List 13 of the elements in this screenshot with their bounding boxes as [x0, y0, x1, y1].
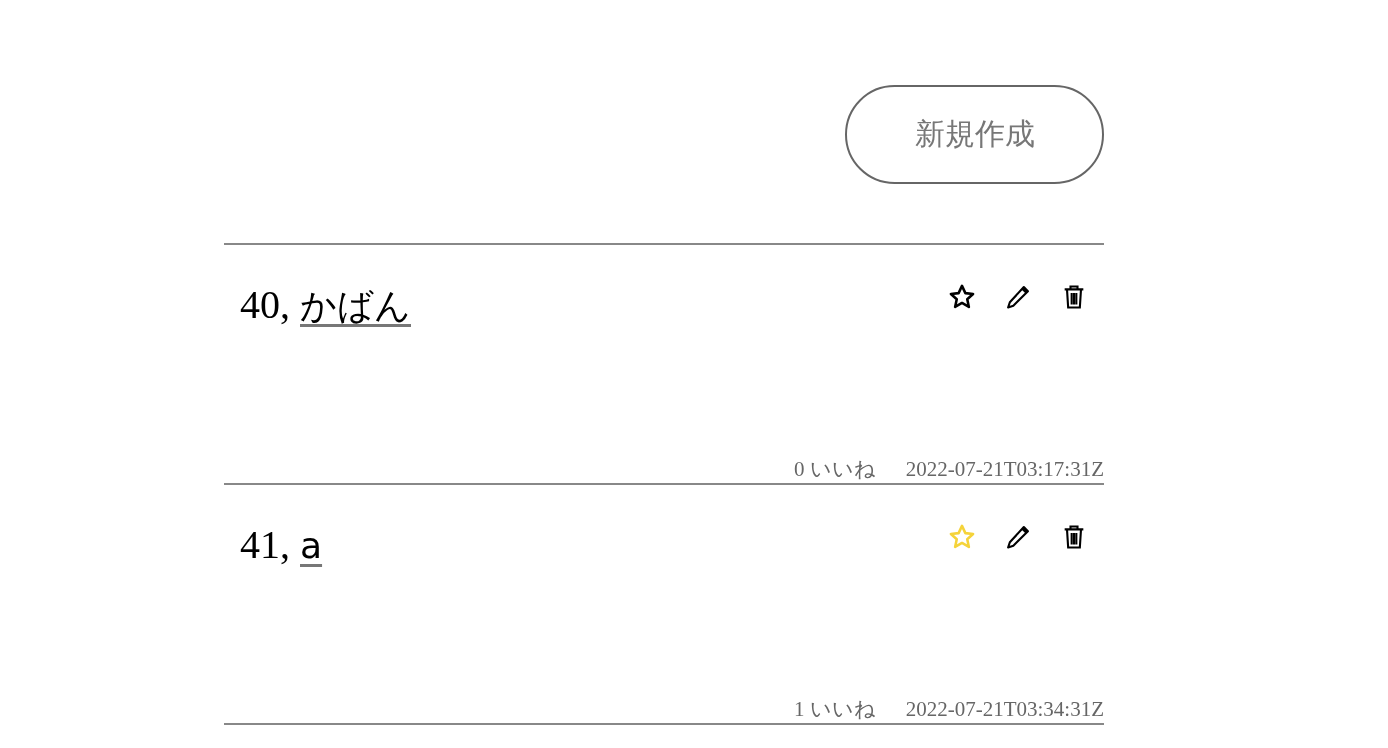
- edit-icon[interactable]: [1004, 523, 1032, 551]
- star-icon[interactable]: [948, 523, 976, 551]
- like-count: 1 いいね: [793, 697, 876, 721]
- edit-icon[interactable]: [1004, 283, 1032, 311]
- post-title-link[interactable]: a: [300, 525, 323, 566]
- new-button[interactable]: 新規作成: [845, 85, 1104, 184]
- post-number: 40,: [240, 281, 290, 328]
- like-count: 0 いいね: [793, 457, 876, 481]
- star-icon[interactable]: [948, 283, 976, 311]
- timestamp: 2022-07-21T03:34:31Z: [905, 697, 1104, 721]
- post-title-link[interactable]: かばん: [300, 282, 411, 331]
- post-number: 41,: [240, 521, 290, 568]
- timestamp: 2022-07-21T03:17:31Z: [905, 457, 1104, 481]
